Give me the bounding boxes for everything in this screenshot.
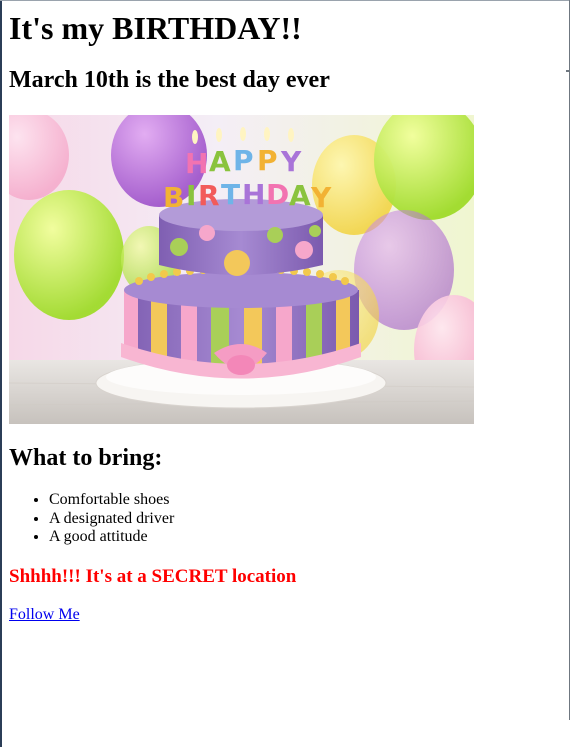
follow-me-link[interactable]: Follow Me — [9, 605, 80, 624]
list-item: Comfortable shoes — [49, 491, 174, 510]
list-item: A designated driver — [49, 510, 174, 529]
svg-text:B: B — [163, 181, 184, 214]
svg-text:P: P — [233, 144, 254, 177]
svg-text:H: H — [242, 178, 265, 211]
svg-text:Y: Y — [280, 145, 302, 178]
birthday-cake-image: H A P P Y B I R T H D A Y — [9, 115, 474, 424]
svg-text:I: I — [186, 179, 196, 212]
window-frame-left — [0, 0, 2, 747]
svg-text:Y: Y — [310, 181, 332, 214]
svg-text:P: P — [257, 144, 278, 177]
secret-location-message: Shhhh!!! It's at a SECRET location — [9, 566, 297, 587]
what-to-bring-heading: What to bring: — [9, 445, 163, 471]
svg-text:T: T — [221, 178, 240, 211]
page-subtitle: March 10th is the best day ever — [9, 67, 330, 93]
svg-text:A: A — [209, 145, 231, 178]
svg-text:D: D — [266, 178, 289, 211]
bring-list: Comfortable shoes A designated driver A … — [9, 491, 174, 547]
list-item: A good attitude — [49, 528, 174, 547]
window-frame-notch — [566, 70, 570, 72]
page-title: It's my BIRTHDAY!! — [9, 10, 302, 46]
window-frame-top — [0, 0, 570, 1]
svg-text:R: R — [198, 179, 220, 212]
svg-text:H: H — [185, 147, 208, 180]
svg-text:A: A — [289, 179, 311, 212]
